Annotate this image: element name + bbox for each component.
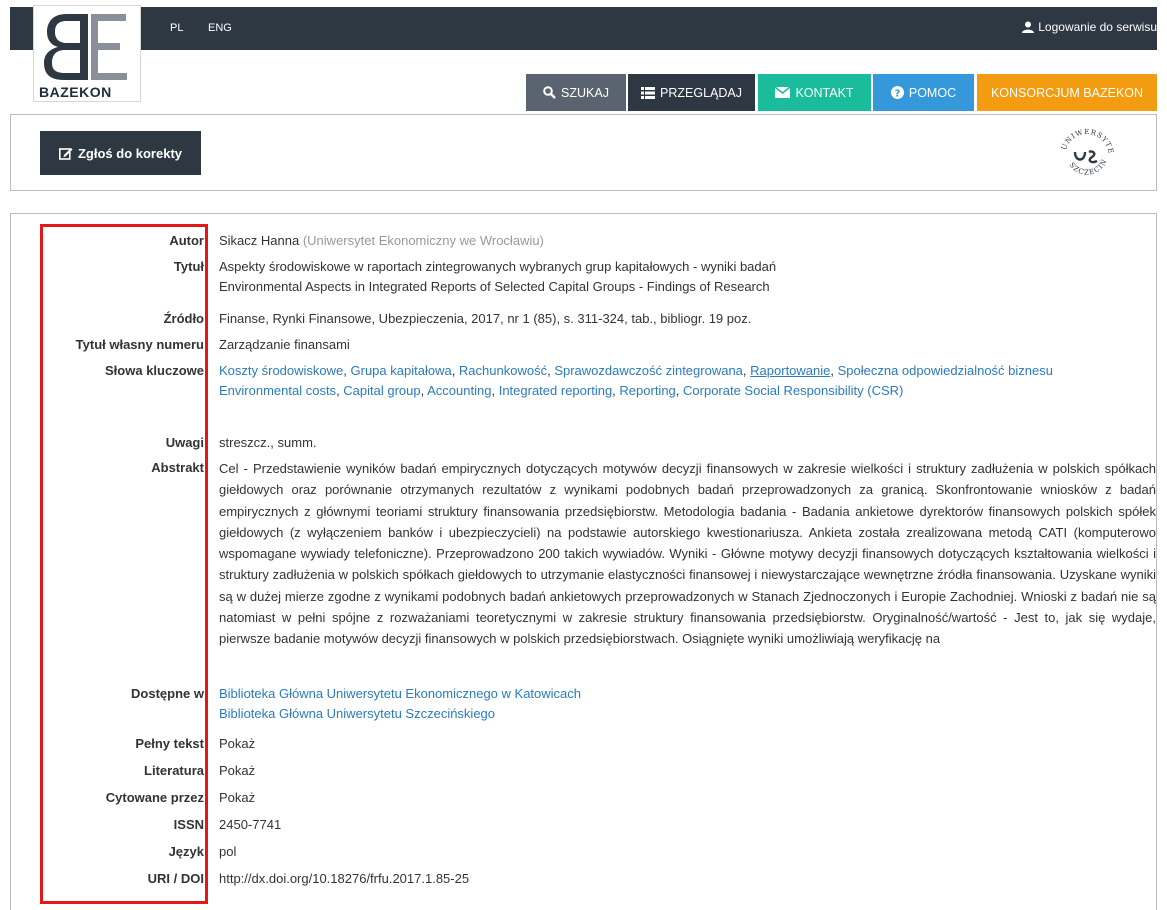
author-affiliation: (Uniwersytet Ekonomiczny we Wrocławiu) xyxy=(302,233,544,248)
list-icon xyxy=(641,86,656,99)
keywords-value: Koszty środowiskowe, Grupa kapitałowa, R… xyxy=(219,361,1156,401)
author-name: Sikacz Hanna xyxy=(219,233,300,248)
keyword-link[interactable]: Integrated reporting xyxy=(499,383,612,398)
question-icon: ? xyxy=(890,86,904,100)
doi-link[interactable]: http://dx.doi.org/10.18276/frfu.2017.1.8… xyxy=(219,869,469,889)
literature-show-link[interactable]: Pokaż xyxy=(219,761,255,781)
nav-contact-label: KONTAKT xyxy=(795,85,854,100)
nav-search-label: SZUKAJ xyxy=(561,85,609,100)
user-icon xyxy=(1022,21,1035,33)
login-label: Logowanie do serwisu xyxy=(1038,20,1157,34)
bazekon-logo[interactable]: BAZEKON xyxy=(33,5,141,102)
svg-text:?: ? xyxy=(894,89,900,100)
logo-mark xyxy=(44,14,127,80)
keyword-link[interactable]: Rachunkowość xyxy=(459,363,547,378)
keyword-link[interactable]: Environmental costs xyxy=(219,383,336,398)
lang-pl-link[interactable]: PL xyxy=(170,22,183,34)
keyword-link[interactable]: Accounting xyxy=(427,383,491,398)
keyword-link[interactable]: Sprawozdawczość zintegrowana xyxy=(554,363,743,378)
login-link[interactable]: Logowanie do serwisu xyxy=(1022,20,1157,34)
nav-contact-button[interactable]: KONTAKT xyxy=(758,74,871,111)
logo-text: BAZEKON xyxy=(39,84,112,100)
notes-value: streszcz., summ. xyxy=(219,435,317,450)
nav-help-button[interactable]: ? POMOC xyxy=(873,74,974,111)
issn-value: 2450-7741 xyxy=(219,817,282,832)
title-value: Aspekty środowiskowe w raportach zintegr… xyxy=(219,257,1156,297)
library-link[interactable]: Biblioteka Główna Uniwersytetu Ekonomicz… xyxy=(219,686,581,701)
report-correction-label: Zgłoś do korekty xyxy=(77,145,183,161)
fulltext-show-link[interactable]: Pokaż xyxy=(219,734,255,754)
keyword-link[interactable]: Koszty środowiskowe xyxy=(219,363,343,378)
library-link[interactable]: Biblioteka Główna Uniwersytetu Szczecińs… xyxy=(219,706,495,721)
highlight-box xyxy=(40,224,208,904)
title-en: Environmental Aspects in Integrated Repo… xyxy=(219,279,770,294)
university-seal-icon: UNIWERSYTET SZCZECIŃSKI xyxy=(1055,124,1115,177)
author-value: Sikacz Hanna (Uniwersytet Ekonomiczny we… xyxy=(219,231,1156,251)
svg-text:UNIWERSYTET: UNIWERSYTET xyxy=(1055,124,1115,155)
keywords-en: Environmental costs, Capital group, Acco… xyxy=(219,383,904,398)
nav-browse-label: PRZEGLĄDAJ xyxy=(660,85,742,100)
abstract-text: Cel - Przedstawienie wyników badań empir… xyxy=(219,461,1156,647)
keyword-link[interactable]: Corporate Social Responsibility (CSR) xyxy=(683,383,903,398)
keyword-link[interactable]: Capital group xyxy=(343,383,420,398)
issue-title-value: Zarządzanie finansami xyxy=(219,337,350,352)
source-value: Finanse, Rynki Finansowe, Ubezpieczenia,… xyxy=(219,311,752,326)
search-icon xyxy=(543,86,556,99)
envelope-icon xyxy=(775,87,791,98)
nav-search-button[interactable]: SZUKAJ xyxy=(526,74,626,111)
keyword-link[interactable]: Reporting xyxy=(619,383,675,398)
cited-show-link[interactable]: Pokaż xyxy=(219,788,255,808)
keywords-pl: Koszty środowiskowe, Grupa kapitałowa, R… xyxy=(219,363,1053,378)
lang-eng-link[interactable]: ENG xyxy=(208,22,232,34)
available-value: Biblioteka Główna Uniwersytetu Ekonomicz… xyxy=(219,684,1156,724)
keyword-link[interactable]: Społeczna odpowiedzialność biznesu xyxy=(838,363,1053,378)
report-correction-button[interactable]: Zgłoś do korekty xyxy=(40,131,201,175)
title-pl: Aspekty środowiskowe w raportach zintegr… xyxy=(219,259,777,274)
nav-consortium-label: KONSORCJUM BAZEKON xyxy=(990,85,1144,100)
keyword-link[interactable]: Raportowanie xyxy=(750,363,830,378)
edit-icon xyxy=(58,147,73,160)
language-value: pol xyxy=(219,844,237,859)
nav-browse-button[interactable]: PRZEGLĄDAJ xyxy=(628,74,755,111)
keyword-link[interactable]: Grupa kapitałowa xyxy=(351,363,452,378)
nav-consortium-button[interactable]: KONSORCJUM BAZEKON xyxy=(977,74,1157,111)
nav-help-label: POMOC xyxy=(908,85,957,100)
